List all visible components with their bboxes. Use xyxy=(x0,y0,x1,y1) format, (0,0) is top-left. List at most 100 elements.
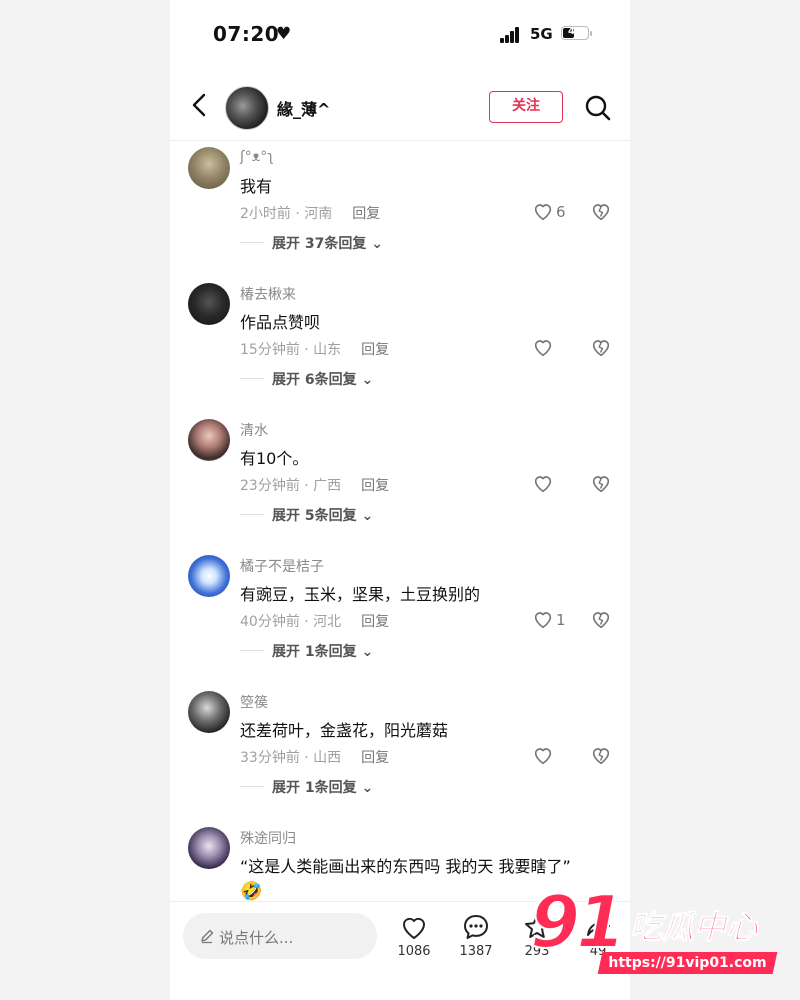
status-bar: 07:20 ♥ 5G 49 xyxy=(170,0,630,70)
heart-icon: ♥ xyxy=(276,24,292,44)
broken-heart-icon[interactable] xyxy=(590,336,612,358)
commenter-name[interactable]: 橘子不是桔子 xyxy=(240,556,324,576)
expand-replies-label: 展开 37条回复 xyxy=(272,236,367,252)
reply-button[interactable]: 回复 xyxy=(361,750,389,766)
author-avatar[interactable] xyxy=(225,86,269,130)
broken-heart-icon[interactable] xyxy=(590,200,612,222)
comment-item: 箜篌 还差荷叶，金盏花，阳光蘑菇 33分钟前 · 山西 回复 展开 1条回复 ⌄ xyxy=(170,685,630,821)
divider xyxy=(240,378,264,379)
heart-icon[interactable] xyxy=(532,472,554,494)
commenter-avatar[interactable] xyxy=(188,827,230,869)
comment-time-location: 15分钟前 · 山东 xyxy=(240,342,342,358)
comment-time-location: 2小时前 · 河南 xyxy=(240,206,333,222)
pencil-icon xyxy=(201,929,214,944)
comment-meta: 33分钟前 · 山西 回复 xyxy=(240,747,389,767)
comment-time-location: 33分钟前 · 山西 xyxy=(240,750,342,766)
author-username[interactable]: 緣_薄^ xyxy=(277,96,330,120)
comment-meta: 2小时前 · 河南 回复 xyxy=(240,203,380,223)
commenter-avatar[interactable] xyxy=(188,555,230,597)
comment-meta: 15分钟前 · 山东 回复 xyxy=(240,339,389,359)
commenter-name[interactable]: 椿去楸来 xyxy=(240,284,296,304)
chevron-down-icon: ⌄ xyxy=(356,372,374,388)
comments-header: 緣_薄^ 关注 xyxy=(170,70,630,141)
heart-icon[interactable] xyxy=(532,336,554,358)
divider xyxy=(240,242,264,243)
reply-button[interactable]: 回复 xyxy=(352,206,380,222)
comment-text: 有10个。 xyxy=(240,449,309,468)
expand-replies-button[interactable]: 展开 1条回复 ⌄ xyxy=(272,777,373,797)
phone-screen: 07:20 ♥ 5G 49 緣_薄^ 关注 ʃ°ᴥ°ʅ 我有 2小时前 · 河南… xyxy=(170,0,630,1000)
battery-icon: 49 xyxy=(561,26,589,40)
heart-icon[interactable] xyxy=(532,608,554,630)
heart-icon[interactable] xyxy=(532,744,554,766)
comment-list: ʃ°ᴥ°ʅ 我有 2小时前 · 河南 回复 6 展开 37条回复 ⌄ 椿去楸来 作… xyxy=(170,141,630,901)
comment-icon xyxy=(464,915,488,939)
comment-time-location: 23分钟前 · 广西 xyxy=(240,478,342,494)
expand-replies-button[interactable]: 展开 5条回复 ⌄ xyxy=(272,505,373,525)
comment-item: 清水 有10个。 23分钟前 · 广西 回复 展开 5条回复 ⌄ xyxy=(170,413,630,549)
commenter-name[interactable]: 殊途同归 xyxy=(240,828,296,848)
chevron-down-icon: ⌄ xyxy=(356,508,374,524)
watermark-url-banner: https://91vip01.com xyxy=(597,952,778,974)
comment-meta: 23分钟前 · 广西 回复 xyxy=(240,475,389,495)
signal-icon xyxy=(500,27,522,43)
divider xyxy=(240,514,264,515)
broken-heart-icon[interactable] xyxy=(590,472,612,494)
watermark-url: https://91vip01.com xyxy=(608,955,767,971)
expand-replies-label: 展开 1条回复 xyxy=(272,644,357,660)
comment-text: 作品点赞呗 xyxy=(240,313,321,332)
comment-input[interactable]: 说点什么... xyxy=(183,913,377,959)
like-total: 1086 xyxy=(397,944,431,959)
comment-button[interactable]: 1387 xyxy=(451,912,501,959)
comment-item: 椿去楸来 作品点赞呗 15分钟前 · 山东 回复 展开 6条回复 ⌄ xyxy=(170,277,630,413)
chevron-down-icon: ⌄ xyxy=(356,780,374,796)
expand-replies-label: 展开 6条回复 xyxy=(272,372,357,388)
commenter-name[interactable]: 清水 xyxy=(240,420,268,440)
commenter-name[interactable]: ʃ°ᴥ°ʅ xyxy=(240,148,274,165)
comment-item: ʃ°ᴥ°ʅ 我有 2小时前 · 河南 回复 6 展开 37条回复 ⌄ xyxy=(170,141,630,277)
laughing-emoji: 🤣 xyxy=(240,881,263,901)
chevron-down-icon: ⌄ xyxy=(356,644,374,660)
reply-button[interactable]: 回复 xyxy=(361,342,389,358)
divider xyxy=(240,650,264,651)
follow-button[interactable]: 关注 xyxy=(489,91,563,123)
heart-icon[interactable] xyxy=(532,200,554,222)
comment-meta: 40分钟前 · 河北 回复 xyxy=(240,611,389,631)
network-type: 5G xyxy=(530,25,553,43)
search-icon[interactable] xyxy=(584,94,612,122)
commenter-avatar[interactable] xyxy=(188,283,230,325)
heart-icon xyxy=(402,917,426,939)
comment-text: 有豌豆，玉米，坚果，土豆换别的 xyxy=(240,585,481,604)
comment-item: 橘子不是桔子 有豌豆，玉米，坚果，土豆换别的 40分钟前 · 河北 回复 1 展开… xyxy=(170,549,630,685)
reply-button[interactable]: 回复 xyxy=(361,614,389,630)
expand-replies-button[interactable]: 展开 6条回复 ⌄ xyxy=(272,369,373,389)
battery-level: 49 xyxy=(568,26,582,37)
broken-heart-icon[interactable] xyxy=(590,744,612,766)
commenter-avatar[interactable] xyxy=(188,147,230,189)
commenter-avatar[interactable] xyxy=(188,691,230,733)
like-button[interactable]: 1086 xyxy=(389,912,439,959)
commenter-name[interactable]: 箜篌 xyxy=(240,692,268,712)
expand-replies-button[interactable]: 展开 1条回复 ⌄ xyxy=(272,641,373,661)
comment-total: 1387 xyxy=(459,944,493,959)
reply-button[interactable]: 回复 xyxy=(361,478,389,494)
back-icon[interactable] xyxy=(188,92,214,118)
broken-heart-icon[interactable] xyxy=(590,608,612,630)
chevron-down-icon: ⌄ xyxy=(366,236,383,252)
watermark-text: 吃瓜中心 xyxy=(629,908,759,947)
comment-time-location: 40分钟前 · 河北 xyxy=(240,614,342,630)
like-count: 1 xyxy=(556,611,566,629)
comment-text: 还差荷叶，金盏花，阳光蘑菇 xyxy=(240,721,449,740)
comment-input-placeholder: 说点什么... xyxy=(219,929,294,947)
like-count: 6 xyxy=(556,203,566,221)
commenter-avatar[interactable] xyxy=(188,419,230,461)
watermark-logo: 91 吃瓜中心 https://91vip01.com xyxy=(529,879,790,980)
expand-replies-label: 展开 5条回复 xyxy=(272,508,357,524)
expand-replies-button[interactable]: 展开 37条回复 ⌄ xyxy=(272,233,383,253)
comment-text: 我有 xyxy=(240,177,273,196)
comment-text: “这是人类能画出来的东西吗 我的天 我要瞎了” xyxy=(240,857,571,876)
expand-replies-label: 展开 1条回复 xyxy=(272,780,357,796)
divider xyxy=(240,786,264,787)
battery-cap xyxy=(590,31,592,36)
status-time: 07:20 xyxy=(213,22,280,46)
